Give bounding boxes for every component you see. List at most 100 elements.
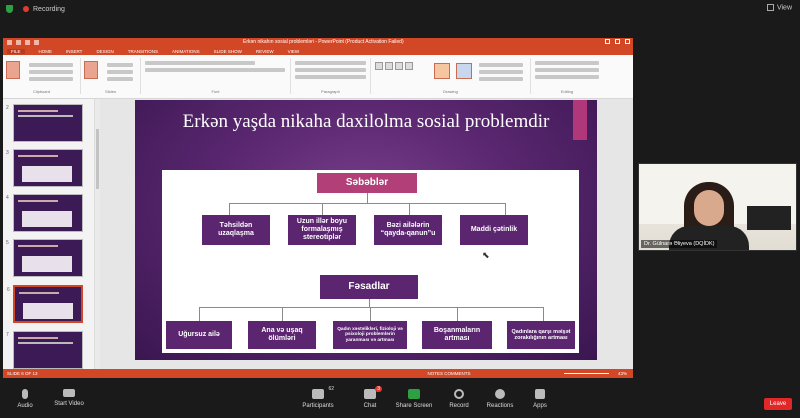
group-label-editing: Editing xyxy=(560,89,574,94)
new-slide-icon[interactable] xyxy=(84,61,98,79)
audio-button[interactable]: Audio xyxy=(0,389,50,409)
tab-transitions[interactable]: TRANSITIONS xyxy=(128,49,158,54)
quick-styles-icon[interactable] xyxy=(456,63,472,79)
redo-icon[interactable] xyxy=(25,40,30,45)
find-button[interactable] xyxy=(535,61,599,65)
cut-button[interactable] xyxy=(29,63,73,67)
share-screen-button[interactable]: Share Screen xyxy=(389,389,439,409)
save-icon[interactable] xyxy=(7,40,12,45)
slide-number: 6 xyxy=(7,287,10,293)
cause-box-4[interactable]: Maddi çətinlik xyxy=(460,215,528,245)
reset-button[interactable] xyxy=(107,70,133,74)
reactions-label: Reactions xyxy=(486,403,514,409)
zoom-slider[interactable] xyxy=(564,373,609,374)
undo-icon[interactable] xyxy=(16,40,21,45)
slide-thumbnail-5[interactable]: 5 xyxy=(6,239,83,277)
powerpoint-window: Erkən nikahın sosial problemləri - Power… xyxy=(3,38,633,378)
encryption-shield-icon[interactable] xyxy=(6,5,13,13)
copy-button[interactable] xyxy=(29,70,73,74)
maximize-icon[interactable] xyxy=(615,39,620,44)
cause-box-1[interactable]: Təhsildən uzaqlaşma xyxy=(202,215,270,245)
tab-file[interactable]: FILE xyxy=(7,48,25,54)
current-slide[interactable]: Erkən yaşda nikaha daxilolma sosial prob… xyxy=(135,100,597,360)
participants-count: 62 xyxy=(328,386,334,392)
participant-video-tile[interactable]: Dr. Gülnarə Əliyeva (DQİDK) xyxy=(638,163,797,251)
font-format-buttons[interactable] xyxy=(145,68,285,72)
shape-fill-button[interactable] xyxy=(479,63,523,67)
participant-name: Dr. Gülnarə Əliyeva (DQİDK) xyxy=(641,240,718,248)
format-painter-button[interactable] xyxy=(29,77,73,81)
slide-number: 5 xyxy=(6,240,9,246)
group-label-paragraph: Paragraph xyxy=(321,89,340,94)
group-label-font: Font xyxy=(211,89,220,94)
ribbon-group-clipboard: Clipboard xyxy=(3,58,81,94)
recording-label: Recording xyxy=(33,5,65,13)
consequence-box-2[interactable]: Ana və uşaq ölümləri xyxy=(248,321,316,349)
chat-button[interactable]: 3 Chat xyxy=(345,386,395,409)
group-label-clipboard: Clipboard xyxy=(32,89,51,94)
shape-effects-button[interactable] xyxy=(479,77,523,81)
window-controls xyxy=(605,39,630,44)
connector xyxy=(199,307,543,308)
minimize-icon[interactable] xyxy=(605,39,610,44)
tab-insert[interactable]: INSERT xyxy=(66,49,82,54)
scrollbar-thumb[interactable] xyxy=(96,129,99,189)
notes-comments-buttons[interactable]: NOTES COMMENTS xyxy=(428,371,471,376)
group-label-drawing: Drawing xyxy=(443,89,458,94)
ppt-document-title: Erkən nikahın sosial problemləri - Power… xyxy=(243,39,404,45)
consequence-box-5[interactable]: Qadınlara qarşı məişət zorakılığının art… xyxy=(507,321,575,349)
consequences-header[interactable]: Fəsadlar xyxy=(320,275,418,299)
alignment-buttons[interactable] xyxy=(295,68,366,72)
causes-header[interactable]: Səbəblər xyxy=(317,173,417,193)
consequence-box-4[interactable]: Boşanmaların artması xyxy=(422,321,492,349)
ribbon-group-editing: Editing xyxy=(531,58,603,94)
arrange-icon[interactable] xyxy=(434,63,450,79)
slide-number: 2 xyxy=(6,105,9,111)
text-direction-button[interactable] xyxy=(295,75,366,79)
slide-thumbnail-7[interactable]: 7 xyxy=(6,331,83,369)
tab-animations[interactable]: ANIMATIONS xyxy=(172,49,200,54)
slide-thumbnail-2[interactable]: 2 xyxy=(6,104,83,142)
smartart-diagram[interactable]: Səbəblər Təhsildən uzaqlaşma Uzun illər … xyxy=(162,170,579,353)
shapes-gallery[interactable] xyxy=(374,61,426,71)
start-slideshow-icon[interactable] xyxy=(34,40,39,45)
consequence-box-3[interactable]: Qadın xəstəlikləri, fizioloji və psixolo… xyxy=(333,321,407,349)
tab-home[interactable]: HOME xyxy=(39,49,53,54)
replace-button[interactable] xyxy=(535,68,599,72)
connector xyxy=(369,299,370,307)
tab-design[interactable]: DESIGN xyxy=(96,49,113,54)
close-icon[interactable] xyxy=(625,39,630,44)
cause-box-2[interactable]: Uzun illər boyu formalaşmış stereotiplər xyxy=(288,215,356,245)
slide-thumbnail-6[interactable]: 6 xyxy=(7,285,83,323)
share-label: Share Screen xyxy=(395,403,433,409)
zoom-level[interactable]: 43% xyxy=(618,371,627,376)
ribbon-group-slides: Slides xyxy=(81,58,141,94)
layout-button[interactable] xyxy=(107,63,133,67)
tab-view[interactable]: VIEW xyxy=(288,49,300,54)
font-name-select[interactable] xyxy=(145,61,255,65)
consequence-box-1[interactable]: Uğursuz ailə xyxy=(166,321,232,349)
connector xyxy=(505,203,506,215)
view-button[interactable]: View xyxy=(766,4,792,11)
slide-thumbnail-4[interactable]: 4 xyxy=(6,194,83,232)
section-button[interactable] xyxy=(107,77,133,81)
connector xyxy=(282,307,283,321)
tab-review[interactable]: REVIEW xyxy=(256,49,274,54)
slide-accent-bar xyxy=(573,100,587,140)
leave-button[interactable]: Leave xyxy=(764,398,792,410)
shape-outline-button[interactable] xyxy=(479,70,523,74)
mouse-cursor-icon: ⬉ xyxy=(482,250,490,260)
paste-icon[interactable] xyxy=(6,61,20,79)
participants-button[interactable]: 62 Participants xyxy=(293,386,343,409)
slide-number: 4 xyxy=(6,195,9,201)
bullets-buttons[interactable] xyxy=(295,61,366,65)
slide-title[interactable]: Erkən yaşda nikaha daxilolma sosial prob… xyxy=(175,110,557,133)
apps-icon xyxy=(535,389,545,399)
apps-button[interactable]: Apps xyxy=(515,389,565,409)
tab-slide-show[interactable]: SLIDE SHOW xyxy=(214,49,242,54)
start-video-button[interactable]: Start Video xyxy=(44,389,94,407)
cause-box-3[interactable]: Bəzi ailələrin “qayda-qanun”u xyxy=(374,215,442,245)
select-button[interactable] xyxy=(535,75,599,79)
ppt-title-bar: Erkən nikahın sosial problemləri - Power… xyxy=(3,38,633,47)
slide-thumbnail-3[interactable]: 3 xyxy=(6,149,83,187)
